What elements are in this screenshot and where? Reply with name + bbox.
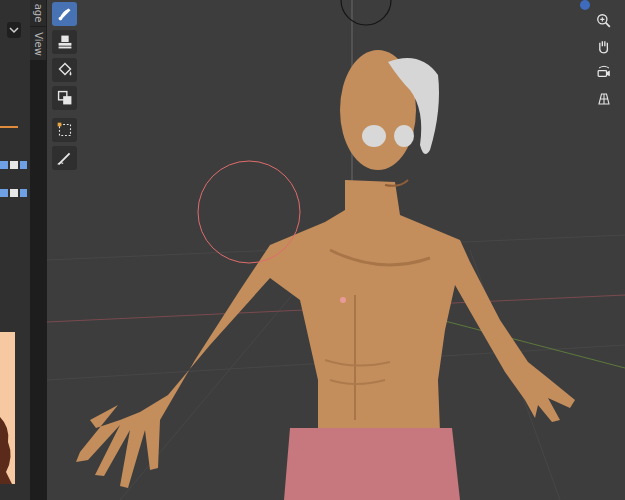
sculpt-scene[interactable] [47, 0, 625, 500]
grid-icon[interactable] [593, 88, 615, 110]
zoom-icon[interactable] [593, 10, 615, 32]
tool-group [52, 2, 77, 110]
sidebar-tabs: age View [30, 0, 47, 500]
fill-tool-icon[interactable] [52, 58, 77, 82]
clone-tool-icon[interactable] [52, 86, 77, 110]
viewport[interactable] [47, 0, 625, 500]
tab-label: age [33, 4, 43, 23]
pan-icon[interactable] [593, 36, 615, 58]
property-row-icon[interactable] [0, 152, 30, 176]
annotate-tool-icon[interactable] [52, 146, 77, 170]
texture-thumbnail [0, 332, 15, 484]
brush-tool-icon[interactable] [52, 2, 77, 26]
side-panel [0, 0, 30, 500]
sidebar-tab[interactable]: View [30, 27, 46, 61]
property-row-icon[interactable] [0, 180, 30, 204]
camera-icon[interactable] [593, 62, 615, 84]
select-tool-icon[interactable] [52, 118, 77, 142]
toolbar [52, 2, 77, 170]
navigation-gizmo [593, 10, 615, 110]
property-icons [0, 152, 30, 204]
orange-marker [0, 126, 18, 128]
tool-group [52, 118, 77, 170]
sidebar-tab[interactable]: age [30, 0, 46, 27]
stamp-tool-icon[interactable] [52, 30, 77, 54]
dropdown-chevron-icon[interactable] [7, 22, 21, 38]
tab-label: View [33, 32, 43, 56]
axis-dot-icon[interactable] [580, 0, 590, 10]
